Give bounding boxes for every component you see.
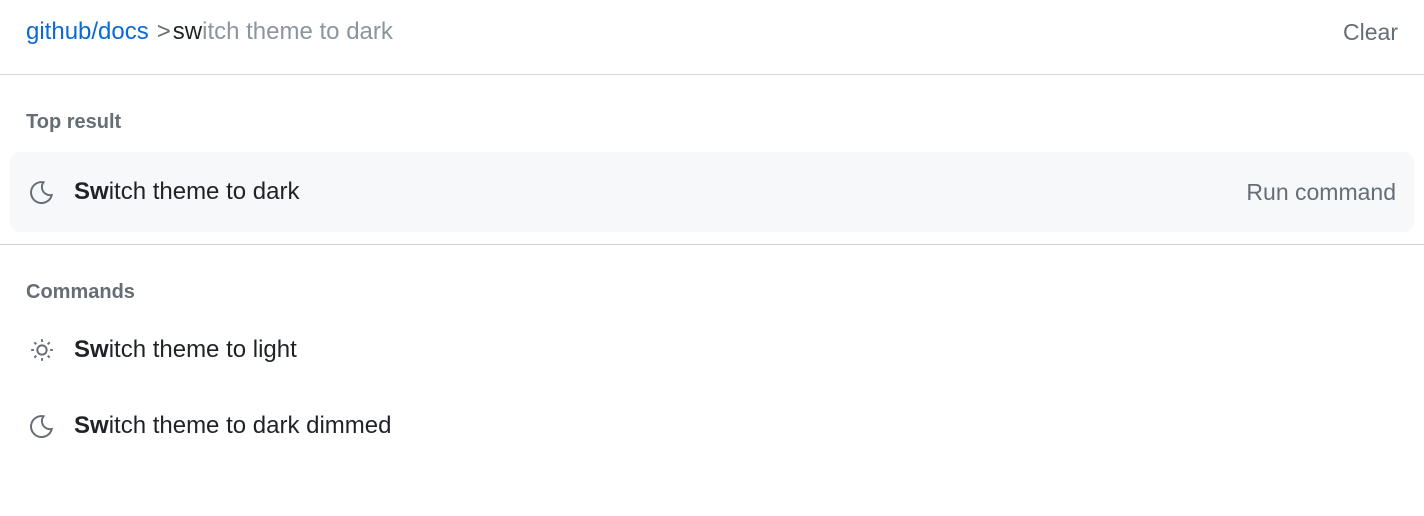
sun-icon <box>28 336 56 364</box>
match-fragment: Sw <box>74 412 109 439</box>
match-fragment: Sw <box>74 178 109 205</box>
command-switch-theme-light[interactable]: Switch theme to light <box>10 312 1414 388</box>
clear-button[interactable]: Clear <box>1343 19 1398 46</box>
result-action: Run command <box>1246 179 1396 206</box>
commands-section: Switch theme to light Switch theme to da… <box>0 304 1424 464</box>
query-typed: sw <box>173 18 202 46</box>
command-palette-header: github/docs > switch theme to dark Clear <box>0 0 1424 74</box>
moon-icon <box>28 178 56 206</box>
command-chevron: > <box>157 18 171 46</box>
top-result-label: Top result <box>0 75 1424 134</box>
query-input[interactable]: > switch theme to dark <box>157 18 1343 46</box>
commands-label: Commands <box>0 245 1424 304</box>
result-title: Switch theme to dark dimmed <box>74 412 1396 440</box>
query-completion: itch theme to dark <box>202 18 393 46</box>
top-result-section: Switch theme to dark Run command <box>0 134 1424 232</box>
result-title: Switch theme to dark <box>74 178 1246 206</box>
rest-fragment: itch theme to dark <box>109 178 300 205</box>
moon-icon <box>28 412 56 440</box>
match-fragment: Sw <box>74 336 109 363</box>
command-palette: github/docs > switch theme to dark Clear… <box>0 0 1424 464</box>
command-switch-theme-dark-dimmed[interactable]: Switch theme to dark dimmed <box>10 388 1414 464</box>
rest-fragment: itch theme to light <box>109 336 297 363</box>
scope-chip[interactable]: github/docs <box>26 18 149 46</box>
result-switch-theme-dark[interactable]: Switch theme to dark Run command <box>10 152 1414 232</box>
result-title: Switch theme to light <box>74 336 1396 364</box>
rest-fragment: itch theme to dark dimmed <box>109 412 392 439</box>
